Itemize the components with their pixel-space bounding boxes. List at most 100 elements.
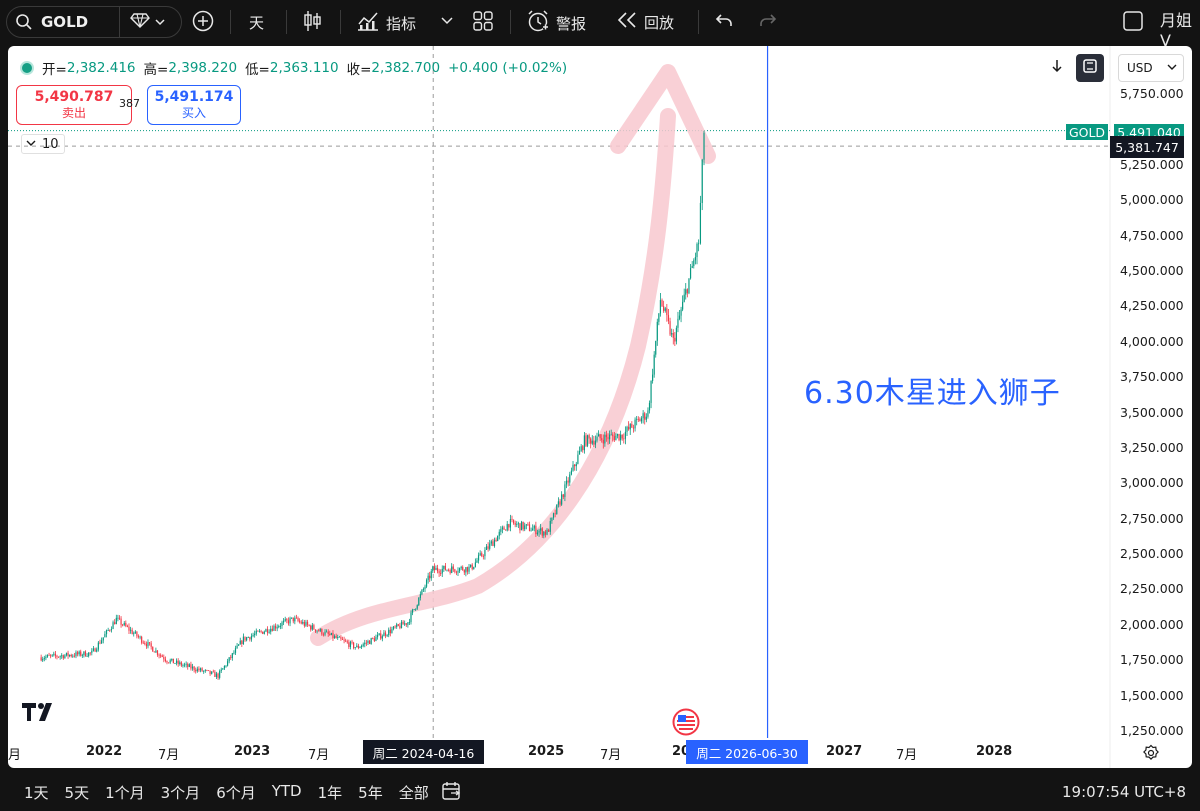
- candle-body: [75, 652, 77, 657]
- candle-body: [255, 630, 257, 634]
- layout-toggle-button[interactable]: [1076, 54, 1104, 82]
- candle-body: [233, 652, 235, 654]
- candle-body: [204, 670, 206, 671]
- sell-button[interactable]: 5,490.787 卖出: [16, 85, 132, 125]
- candle-body: [144, 642, 146, 644]
- range-button[interactable]: 5年: [358, 782, 383, 803]
- candle-body: [465, 567, 467, 573]
- candle-body: [578, 450, 581, 455]
- layout-templates-button[interactable]: [472, 10, 494, 36]
- chart-panel[interactable]: 开= 2,382.416 高= 2,398.220 低= 2,363.110 收…: [8, 46, 1192, 768]
- candle-body: [458, 568, 461, 572]
- candle-body: [552, 513, 555, 518]
- gear-icon: [1142, 744, 1160, 766]
- close-value: 2,382.700: [371, 60, 441, 76]
- add-symbol-button[interactable]: [192, 10, 214, 36]
- y-tick-label: 2,250.000: [1120, 581, 1184, 597]
- symbol-type-button[interactable]: [120, 12, 166, 32]
- candle-body: [436, 567, 439, 572]
- candle-body: [594, 440, 597, 445]
- candle-body: [262, 631, 264, 634]
- candle-body: [541, 528, 543, 536]
- candle-body: [397, 624, 399, 626]
- candle-body: [484, 550, 486, 557]
- indicator-collapse-button[interactable]: 10: [21, 134, 65, 154]
- candle-body: [112, 622, 114, 629]
- undo-button[interactable]: [714, 11, 734, 35]
- calendar-icon: [440, 782, 462, 806]
- candle-body: [509, 519, 512, 528]
- chart-type-button[interactable]: [301, 9, 323, 37]
- toolbar-divider: [340, 10, 341, 34]
- range-button[interactable]: 1年: [318, 782, 343, 803]
- range-button[interactable]: 1个月: [105, 782, 145, 803]
- candle-body: [177, 660, 179, 664]
- candle-body: [680, 309, 682, 316]
- range-button[interactable]: YTD: [272, 782, 302, 803]
- diamond-icon: [130, 12, 150, 32]
- symbol-search[interactable]: GOLD: [7, 7, 120, 37]
- sell-label: 卖出: [61, 106, 86, 120]
- buy-button[interactable]: 5,491.174 买入: [147, 85, 241, 125]
- range-button[interactable]: 5天: [65, 782, 90, 803]
- axis-settings-button[interactable]: [1142, 744, 1160, 766]
- candle-body: [586, 435, 589, 446]
- candle-body: [139, 636, 141, 638]
- candle-body: [546, 529, 548, 535]
- buy-label: 买入: [181, 106, 206, 120]
- candle-body: [190, 664, 192, 669]
- candle-body: [492, 541, 494, 547]
- candle-body: [97, 642, 99, 650]
- candle-body: [185, 663, 187, 665]
- range-button[interactable]: 3个月: [161, 782, 201, 803]
- download-button[interactable]: [1044, 54, 1070, 82]
- range-button[interactable]: 6个月: [216, 782, 256, 803]
- replay-button[interactable]: 回放: [616, 10, 674, 34]
- indicators-dropdown[interactable]: [440, 13, 454, 31]
- fullscreen-button[interactable]: [1122, 10, 1144, 36]
- candle-body: [141, 636, 143, 643]
- us-flag-event-icon[interactable]: [672, 708, 700, 740]
- candle-body: [242, 636, 245, 644]
- candle-body: [61, 655, 63, 657]
- currency-select[interactable]: USD: [1118, 54, 1184, 82]
- candle-body: [530, 530, 532, 532]
- clock[interactable]: 19:07:54 UTC+8: [1062, 783, 1186, 801]
- candle-body: [380, 633, 382, 639]
- candle-body: [522, 521, 524, 530]
- candle-body: [636, 418, 638, 420]
- candle-body: [258, 631, 261, 632]
- date-range-button[interactable]: [440, 780, 462, 806]
- annotation-text[interactable]: 6.30木星进入狮子: [804, 368, 1061, 412]
- candle-body: [206, 670, 208, 671]
- candle-body: [493, 539, 496, 547]
- range-button[interactable]: 全部: [399, 782, 429, 803]
- candle-body: [348, 642, 350, 647]
- tradingview-logo[interactable]: [22, 702, 58, 727]
- indicators-icon: [356, 10, 380, 36]
- range-button[interactable]: 1天: [24, 782, 49, 803]
- candle-body: [565, 480, 568, 485]
- candle-body: [557, 501, 559, 505]
- candle-body: [349, 641, 352, 647]
- candle-body: [83, 651, 85, 655]
- user-menu[interactable]: 月姐V: [1160, 7, 1200, 50]
- candle-body: [703, 132, 705, 160]
- candle-body: [485, 546, 488, 551]
- candle-body: [142, 642, 144, 644]
- undo-icon: [714, 11, 734, 35]
- x-tick-label: 7月: [896, 748, 918, 763]
- candle-body: [582, 446, 584, 451]
- interval-button[interactable]: 天: [249, 12, 264, 33]
- symbol-selector[interactable]: GOLD: [6, 6, 182, 38]
- indicators-button[interactable]: 指标: [356, 10, 416, 36]
- redo-button[interactable]: [758, 11, 778, 35]
- candle-body: [574, 464, 576, 467]
- candle-body: [416, 605, 418, 609]
- candle-body: [305, 621, 307, 626]
- alerts-button[interactable]: 警报: [526, 9, 586, 37]
- candle-body: [482, 555, 484, 557]
- candle-body: [69, 654, 71, 657]
- candle-body: [333, 636, 336, 639]
- candle-body: [615, 435, 617, 441]
